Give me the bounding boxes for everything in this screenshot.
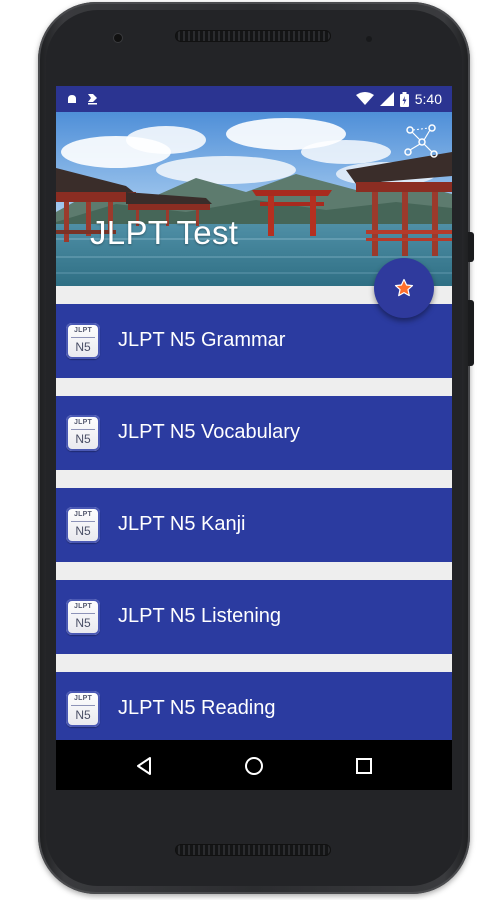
wifi-icon [355, 92, 374, 105]
app-screen: 5:40 JLPT Test JLPT N5 JLPT N5 Grammar J… [56, 86, 452, 790]
app-title: JLPT Test [90, 214, 239, 251]
menu-item-label: JLPT N5 Grammar [118, 329, 286, 351]
recents-icon [356, 758, 372, 774]
badge-divider [71, 429, 95, 430]
jlpt-n5-badge-icon: JLPT N5 [66, 691, 100, 727]
badge-bottom-text: N5 [75, 524, 91, 538]
jlpt-n5-badge-icon: JLPT N5 [66, 323, 100, 359]
badge-top-text: JLPT [74, 419, 92, 426]
signal-icon [379, 92, 394, 106]
badge-divider [71, 613, 95, 614]
share-icon [404, 124, 438, 158]
status-right-icons: 5:40 [355, 90, 442, 108]
bottom-speaker [175, 844, 331, 856]
badge-bottom-text: N5 [75, 432, 91, 446]
notification-icon [68, 94, 76, 103]
badge-divider [71, 705, 95, 706]
badge-bottom-text: N5 [75, 340, 91, 354]
home-icon [245, 757, 263, 775]
device-mockup: 5:40 JLPT Test JLPT N5 JLPT N5 Grammar J… [0, 0, 504, 900]
status-time: 5:40 [414, 91, 442, 107]
menu-item-label: JLPT N5 Reading [118, 697, 276, 719]
favorites-fab[interactable] [374, 258, 434, 318]
menu-item-kanji[interactable]: JLPT N5 JLPT N5 Kanji [56, 488, 452, 562]
jlpt-n5-badge-icon: JLPT N5 [66, 507, 100, 543]
badge-bottom-text: N5 [75, 616, 91, 630]
badge-bottom-text: N5 [75, 708, 91, 722]
download-icon [88, 94, 97, 105]
power-button [468, 232, 474, 262]
menu-item-label: JLPT N5 Vocabulary [118, 421, 300, 443]
proximity-sensor [366, 36, 372, 42]
badge-divider [71, 337, 95, 338]
menu-item-label: JLPT N5 Listening [118, 605, 282, 627]
badge-top-text: JLPT [74, 511, 92, 518]
jlpt-n5-badge-icon: JLPT N5 [66, 599, 100, 635]
volume-button [468, 300, 474, 366]
back-button[interactable] [133, 755, 155, 777]
earpiece-speaker [175, 30, 331, 42]
jlpt-n5-badge-icon: JLPT N5 [66, 415, 100, 451]
battery-icon [399, 91, 409, 107]
badge-top-text: JLPT [74, 327, 92, 334]
menu-item-label: JLPT N5 Kanji [118, 513, 246, 535]
menu-item-reading[interactable]: JLPT N5 JLPT N5 Reading [56, 672, 452, 746]
status-left-icons [66, 92, 99, 105]
back-icon [137, 757, 151, 775]
recents-button[interactable] [353, 755, 375, 777]
status-bar: 5:40 [56, 86, 452, 112]
front-camera [114, 34, 122, 42]
menu-item-vocabulary[interactable]: JLPT N5 JLPT N5 Vocabulary [56, 396, 452, 470]
badge-divider [71, 521, 95, 522]
star-icon [394, 278, 414, 297]
navigation-bar [56, 740, 452, 790]
share-button[interactable] [402, 122, 442, 162]
badge-top-text: JLPT [74, 695, 92, 702]
menu-item-listening[interactable]: JLPT N5 JLPT N5 Listening [56, 580, 452, 654]
home-button[interactable] [243, 755, 265, 777]
badge-top-text: JLPT [74, 603, 92, 610]
